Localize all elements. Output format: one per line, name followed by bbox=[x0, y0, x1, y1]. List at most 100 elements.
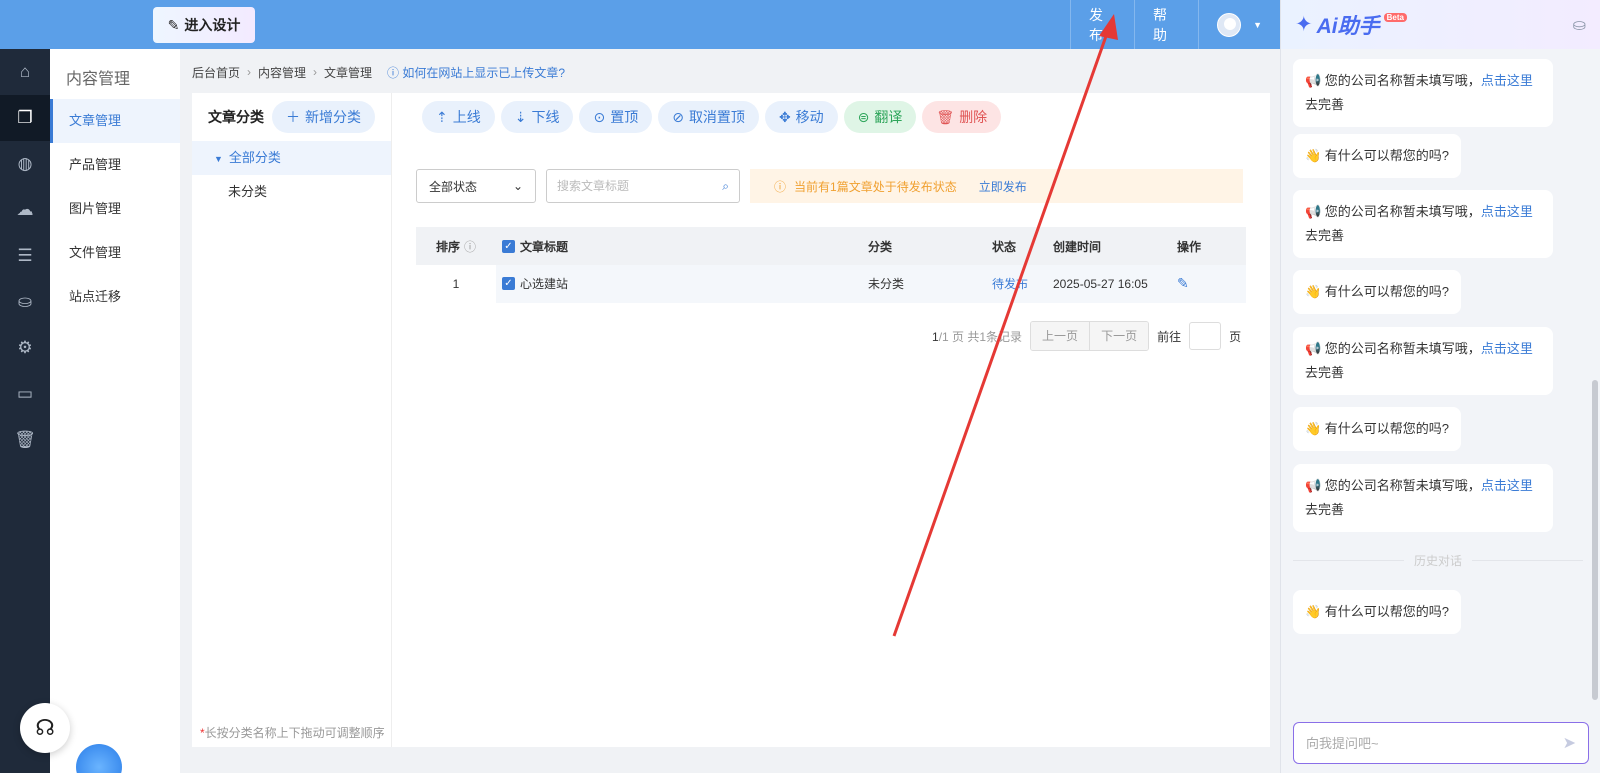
complete-company-link[interactable]: 点击这里 bbox=[1481, 204, 1533, 219]
pagination: 1/1 页 共1条记录 上一页 下一页 前往 页 bbox=[932, 321, 1241, 351]
submenu-item-articles[interactable]: 文章管理 bbox=[50, 99, 180, 143]
row-category: 未分类 bbox=[868, 277, 905, 291]
status-select[interactable]: 全部状态 ⌄ bbox=[416, 169, 536, 203]
page-info: 1/1 页 共1条记录 bbox=[932, 329, 1023, 344]
article-table: 排序 ⓘ ✓ 文章标题 分类 状态 创建时间 操作 1 ✓ 心选建站 未分类 待发布 … bbox=[416, 227, 1246, 303]
translate-icon: ⊜ bbox=[857, 108, 870, 125]
complete-company-link[interactable]: 点击这里 bbox=[1481, 478, 1533, 493]
trash-icon: 🗑 bbox=[936, 108, 955, 125]
unpin-button[interactable]: ⊘ 取消置顶 bbox=[658, 101, 759, 133]
goto-page-input[interactable] bbox=[1189, 322, 1222, 350]
translate-button[interactable]: ⊜ 翻译 bbox=[843, 101, 917, 133]
avatar[interactable] bbox=[1217, 12, 1242, 37]
top-bar: ✎ 进入设计 发布 帮助 ▼ bbox=[0, 0, 1280, 49]
category-drag-tip: *长按分类名称上下拖动可调整顺序 bbox=[200, 726, 385, 740]
row-status[interactable]: 待发布 bbox=[992, 275, 1053, 292]
chat-icon[interactable]: ☁ bbox=[0, 187, 50, 233]
customer-service-button[interactable]: ☊ bbox=[20, 703, 70, 753]
search-icon[interactable]: ⌕ bbox=[722, 179, 729, 194]
move-button[interactable]: ✥ 移动 bbox=[764, 101, 838, 133]
submenu-item-migration[interactable]: 站点迁移 bbox=[50, 275, 180, 319]
enter-design-button[interactable]: ✎ 进入设计 bbox=[153, 7, 255, 43]
chat-message: 👋 有什么可以帮您的吗? bbox=[1293, 407, 1462, 451]
breadcrumb-articles: 文章管理 bbox=[324, 65, 373, 80]
category-panel: 文章分类 ＋ 新增分类 ▼ 全部分类 未分类 *长按分类名称上下拖动可调整顺序 bbox=[192, 93, 392, 747]
category-uncategorized[interactable]: 未分类 bbox=[192, 175, 391, 209]
chat-scrollbar[interactable] bbox=[1592, 380, 1598, 700]
pin-icon: ⊙ bbox=[593, 108, 606, 125]
list-icon[interactable]: ☰ bbox=[0, 233, 50, 279]
table-row: 1 ✓ 心选建站 未分类 待发布 2025-05-27 16:05 ✎ bbox=[416, 264, 1246, 303]
content-submenu: 内容管理 文章管理 产品管理 图片管理 文件管理 站点迁移 bbox=[50, 49, 180, 773]
trash-icon[interactable]: 🗑 bbox=[0, 417, 50, 463]
chat-message: 👋 有什么可以帮您的吗? bbox=[1293, 590, 1462, 634]
publish-now-link[interactable]: 立即发布 bbox=[979, 178, 1027, 195]
top-bar-corner bbox=[0, 0, 144, 49]
ai-header: ✦ Ai助手 Beta ⛀ bbox=[1281, 0, 1600, 49]
warning-icon: ⓘ bbox=[774, 179, 787, 194]
row-checkbox[interactable]: ✓ bbox=[502, 277, 515, 290]
unpin-icon: ⊘ bbox=[672, 108, 684, 125]
article-toolbar: ⇡ 上线 ⇣ 下线 ⊙ 置顶 ⊘ 取消置顶 ✥ 移动 ⊜ 翻译 🗑 删除 bbox=[422, 101, 1002, 133]
page-unit: 页 bbox=[1229, 329, 1242, 344]
icon-sidebar: ⌂ ❐ ◍ ☁ ☰ ⛀ ⚙ ▭ 🗑 bbox=[0, 49, 50, 773]
help-link[interactable]: ⓘ 如何在网站上显示已上传文章? bbox=[387, 64, 565, 81]
basket-icon[interactable]: ⛀ bbox=[1573, 15, 1586, 35]
chat-message: 📢 您的公司名称暂未填写哦，点击这里 去完善 bbox=[1293, 464, 1553, 532]
chat-message: 📢 您的公司名称暂未填写哦，点击这里 去完善 bbox=[1293, 190, 1553, 258]
col-order[interactable]: 排序 ⓘ bbox=[416, 227, 496, 265]
online-button[interactable]: ⇡ 上线 bbox=[422, 101, 495, 133]
select-all-checkbox[interactable]: ✓ bbox=[502, 239, 515, 253]
filter-bar: 全部状态 ⌄ ⌕ ⓘ 当前有1篇文章处于待发布状态 立即发布 bbox=[416, 169, 1243, 203]
next-page-button[interactable]: 下一页 bbox=[1089, 322, 1149, 350]
ai-logo: ✦ Ai助手 Beta bbox=[1295, 10, 1407, 40]
caret-down-icon: ▼ bbox=[214, 154, 223, 164]
plus-icon: ＋ bbox=[286, 109, 300, 125]
submenu-title: 内容管理 bbox=[66, 71, 131, 88]
complete-company-link[interactable]: 点击这里 bbox=[1481, 341, 1533, 356]
table-header: 排序 ⓘ ✓ 文章标题 分类 状态 创建时间 操作 bbox=[416, 227, 1246, 265]
bag-icon[interactable]: ⛀ bbox=[0, 279, 50, 325]
history-divider: 历史对话 bbox=[1293, 552, 1584, 569]
help-button[interactable]: 帮助 bbox=[1134, 0, 1198, 49]
pages-icon[interactable]: ❐ bbox=[0, 95, 50, 141]
edit-icon[interactable]: ✎ bbox=[1177, 275, 1189, 291]
complete-company-link[interactable]: 点击这里 bbox=[1481, 73, 1533, 88]
prev-page-button[interactable]: 上一页 bbox=[1031, 322, 1090, 350]
add-category-button[interactable]: ＋ 新增分类 bbox=[272, 101, 375, 133]
user-menu[interactable]: ▼ bbox=[1198, 0, 1280, 49]
send-icon[interactable]: ➤ bbox=[1563, 733, 1576, 753]
col-title: ✓ 文章标题 bbox=[496, 238, 868, 255]
home-icon[interactable]: ⌂ bbox=[0, 49, 50, 95]
beta-badge: Beta bbox=[1383, 13, 1407, 22]
planet-icon[interactable]: ◍ bbox=[0, 141, 50, 187]
ai-question-input[interactable] bbox=[1306, 735, 1536, 751]
col-created: 创建时间 bbox=[1053, 239, 1102, 254]
ai-input-box: ➤ bbox=[1293, 722, 1589, 764]
arrow-down-icon: ⇣ bbox=[514, 108, 527, 125]
breadcrumb-content[interactable]: 内容管理 bbox=[258, 64, 306, 81]
submenu-item-images[interactable]: 图片管理 bbox=[50, 187, 180, 231]
delete-button[interactable]: 🗑 删除 bbox=[922, 101, 1002, 133]
pending-notice: ⓘ 当前有1篇文章处于待发布状态 立即发布 bbox=[750, 169, 1243, 203]
caret-down-icon: ▼ bbox=[1253, 19, 1262, 30]
category-all[interactable]: ▼ 全部分类 bbox=[192, 141, 391, 175]
publish-button[interactable]: 发布 bbox=[1070, 0, 1134, 49]
submenu-item-files[interactable]: 文件管理 bbox=[50, 231, 180, 275]
breadcrumb-home[interactable]: 后台首页 bbox=[192, 64, 240, 81]
info-icon: ⓘ bbox=[464, 239, 477, 254]
offline-button[interactable]: ⇣ 下线 bbox=[500, 101, 574, 133]
arrow-up-icon: ⇡ bbox=[436, 108, 448, 125]
main-card: 文章分类 ＋ 新增分类 ▼ 全部分类 未分类 *长按分类名称上下拖动可调整顺序 ⇡… bbox=[192, 93, 1270, 747]
top-nav: 发布 帮助 ▼ bbox=[1070, 0, 1280, 49]
terminal-icon[interactable]: ▭ bbox=[0, 371, 50, 417]
gear-icon[interactable]: ⚙ bbox=[0, 325, 50, 371]
ai-assistant-panel: ✦ Ai助手 Beta ⛀ 📢 您的公司名称暂未填写哦，点击这里 去完善 👋 有… bbox=[1280, 0, 1600, 773]
pin-button[interactable]: ⊙ 置顶 bbox=[579, 101, 653, 133]
chat-message: 👋 有什么可以帮您的吗? bbox=[1293, 270, 1462, 314]
chat-message: 📢 您的公司名称暂未填写哦，点击这里 去完善 bbox=[1293, 327, 1553, 395]
chat-message: 📢 您的公司名称暂未填写哦，点击这里 去完善 bbox=[1293, 59, 1553, 127]
submenu-item-products[interactable]: 产品管理 bbox=[50, 143, 180, 187]
chevron-down-icon: ⌄ bbox=[512, 179, 523, 193]
search-input[interactable] bbox=[557, 179, 707, 193]
